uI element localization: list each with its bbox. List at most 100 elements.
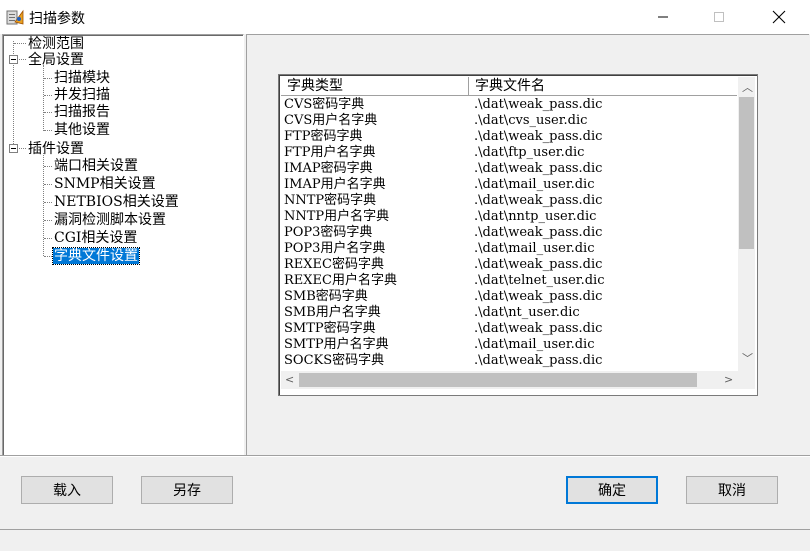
dict-file-cell: .\dat\weak_pass.dic: [474, 193, 603, 208]
tree-line: [44, 130, 52, 131]
table-row[interactable]: NNTP密码字典 .\dat\weak_pass.dic: [281, 193, 737, 209]
tree-item-scan-modules[interactable]: 扫描模块: [53, 70, 111, 86]
tree-item-scan-range[interactable]: 检测范围: [27, 36, 85, 52]
dict-file-cell: .\dat\mail_user.dic: [474, 337, 595, 352]
horizontal-scrollbar[interactable]: < >: [281, 371, 738, 389]
tree-line: [44, 220, 52, 221]
dict-type-cell: REXEC用户名字典: [284, 273, 397, 288]
tree-line: [14, 43, 26, 44]
tree-line: [44, 238, 52, 239]
dict-file-cell: .\dat\ftp_user.dic: [474, 145, 585, 160]
close-button[interactable]: [756, 0, 802, 34]
dict-file-cell: .\dat\weak_pass.dic: [474, 161, 603, 176]
dict-file-cell: .\dat\weak_pass.dic: [474, 225, 603, 240]
tree-line: [43, 153, 44, 256]
scroll-right-icon[interactable]: >: [724, 374, 733, 385]
dict-file-cell: .\dat\cvs_user.dic: [474, 113, 588, 128]
maximize-icon: [714, 12, 724, 22]
dict-file-cell: .\dat\weak_pass.dic: [474, 353, 603, 368]
tree-line: [44, 95, 52, 96]
tree-item-cgi-settings[interactable]: CGI相关设置: [53, 230, 138, 246]
column-header-dict-file[interactable]: 字典文件名: [469, 77, 737, 95]
tree-item-dictionary-settings[interactable]: 字典文件设置: [52, 247, 140, 265]
tree-item-netbios-settings[interactable]: NETBIOS相关设置: [53, 194, 180, 210]
vertical-scroll-thumb[interactable]: [739, 97, 754, 249]
dict-type-cell: NNTP用户名字典: [284, 209, 390, 224]
dict-type-cell: POP3密码字典: [284, 225, 373, 240]
table-row[interactable]: POP3密码字典 .\dat\weak_pass.dic: [281, 225, 737, 241]
dict-type-cell: SOCKS密码字典: [284, 353, 385, 368]
scroll-left-icon[interactable]: <: [285, 374, 294, 385]
horizontal-scroll-thumb[interactable]: [299, 373, 697, 387]
tree-item-concurrent-scan[interactable]: 并发扫描: [53, 87, 111, 103]
scroll-up-icon[interactable]: ︿: [742, 82, 753, 93]
dict-type-cell: NNTP密码字典: [284, 193, 377, 208]
save-as-button[interactable]: 另存: [141, 476, 233, 504]
list-header: 字典类型 字典文件名: [281, 77, 737, 96]
bottom-edge: [0, 529, 810, 530]
column-header-dict-type[interactable]: 字典类型: [281, 77, 469, 95]
tree-item-scan-report[interactable]: 扫描报告: [53, 104, 111, 120]
tree-line: [44, 166, 52, 167]
table-row[interactable]: REXEC密码字典 .\dat\weak_pass.dic: [281, 257, 737, 273]
dict-file-cell: .\dat\weak_pass.dic: [474, 257, 603, 272]
tree-item-plugin-settings[interactable]: 插件设置: [27, 141, 85, 157]
tree-item-global-settings[interactable]: 全局设置: [27, 52, 85, 68]
dict-type-cell: SMTP密码字典: [284, 321, 376, 336]
table-row[interactable]: CVS密码字典 .\dat\weak_pass.dic: [281, 97, 737, 113]
table-row[interactable]: CVS用户名字典 .\dat\cvs_user.dic: [281, 113, 737, 129]
table-row[interactable]: SMB密码字典 .\dat\weak_pass.dic: [281, 289, 737, 305]
minimize-icon: [658, 16, 668, 18]
table-row[interactable]: NNTP用户名字典 .\dat\nntp_user.dic: [281, 209, 737, 225]
list-rows: CVS密码字典 .\dat\weak_pass.dic CVS用户名字典 .\dat\…: [281, 97, 737, 371]
dict-type-cell: CVS用户名字典: [284, 113, 378, 128]
dict-file-cell: .\dat\nntp_user.dic: [474, 209, 597, 224]
minimize-button[interactable]: [640, 0, 686, 34]
dict-type-cell: POP3用户名字典: [284, 241, 386, 256]
table-row[interactable]: FTP用户名字典 .\dat\ftp_user.dic: [281, 145, 737, 161]
tree-line: [44, 184, 52, 185]
table-row[interactable]: IMAP用户名字典 .\dat\mail_user.dic: [281, 177, 737, 193]
dict-type-cell: IMAP用户名字典: [284, 177, 386, 192]
table-row[interactable]: SOCKS密码字典 .\dat\weak_pass.dic: [281, 353, 737, 369]
button-separator: [0, 455, 810, 457]
title-bar[interactable]: 扫描参数: [0, 0, 810, 34]
scroll-corner: [738, 371, 755, 389]
tree-item-port-settings[interactable]: 端口相关设置: [53, 158, 139, 174]
table-row[interactable]: SMTP密码字典 .\dat\weak_pass.dic: [281, 321, 737, 337]
table-row[interactable]: IMAP密码字典 .\dat\weak_pass.dic: [281, 161, 737, 177]
maximize-button[interactable]: [696, 0, 742, 34]
table-row[interactable]: SMTP用户名字典 .\dat\mail_user.dic: [281, 337, 737, 353]
scroll-down-icon[interactable]: ﹀: [742, 353, 753, 364]
dict-file-cell: .\dat\weak_pass.dic: [474, 97, 603, 112]
tree-item-snmp-settings[interactable]: SNMP相关设置: [53, 176, 157, 192]
table-row[interactable]: SMB用户名字典 .\dat\nt_user.dic: [281, 305, 737, 321]
expand-toggle-global[interactable]: [9, 55, 18, 64]
ok-button[interactable]: 确定: [566, 476, 658, 504]
close-icon: [772, 10, 786, 24]
vertical-scrollbar[interactable]: ︿ ﹀: [738, 77, 755, 371]
table-row[interactable]: FTP密码字典 .\dat\weak_pass.dic: [281, 129, 737, 145]
tree-line: [44, 112, 52, 113]
tree-item-other-settings[interactable]: 其他设置: [53, 122, 111, 138]
cancel-button[interactable]: 取消: [686, 476, 778, 504]
settings-tree[interactable]: 检测范围 全局设置 扫描模块 并发扫描 扫描报告 其他设置 插件设置 端口相关设…: [2, 34, 244, 456]
dictionary-list[interactable]: 字典类型 字典文件名 CVS密码字典 .\dat\weak_pass.dic CVS…: [278, 74, 758, 396]
dict-file-cell: .\dat\weak_pass.dic: [474, 289, 603, 304]
table-row[interactable]: REXEC用户名字典 .\dat\telnet_user.dic: [281, 273, 737, 289]
window-title: 扫描参数: [29, 11, 85, 27]
table-row[interactable]: POP3用户名字典 .\dat\mail_user.dic: [281, 241, 737, 257]
dict-type-cell: FTP密码字典: [284, 129, 363, 144]
expand-toggle-plugin[interactable]: [9, 144, 18, 153]
tree-line: [44, 256, 52, 257]
dict-type-cell: REXEC密码字典: [284, 257, 384, 272]
tree-line: [19, 59, 26, 60]
tree-line: [44, 78, 52, 79]
tree-line: [43, 65, 44, 131]
dict-type-cell: SMB密码字典: [284, 289, 368, 304]
tree-item-vuln-script-settings[interactable]: 漏洞检测脚本设置: [53, 212, 167, 228]
load-button[interactable]: 载入: [21, 476, 113, 504]
dialog-client: 检测范围 全局设置 扫描模块 并发扫描 扫描报告 其他设置 插件设置 端口相关设…: [0, 34, 810, 551]
tree-line: [19, 148, 26, 149]
dict-file-cell: .\dat\weak_pass.dic: [474, 321, 603, 336]
